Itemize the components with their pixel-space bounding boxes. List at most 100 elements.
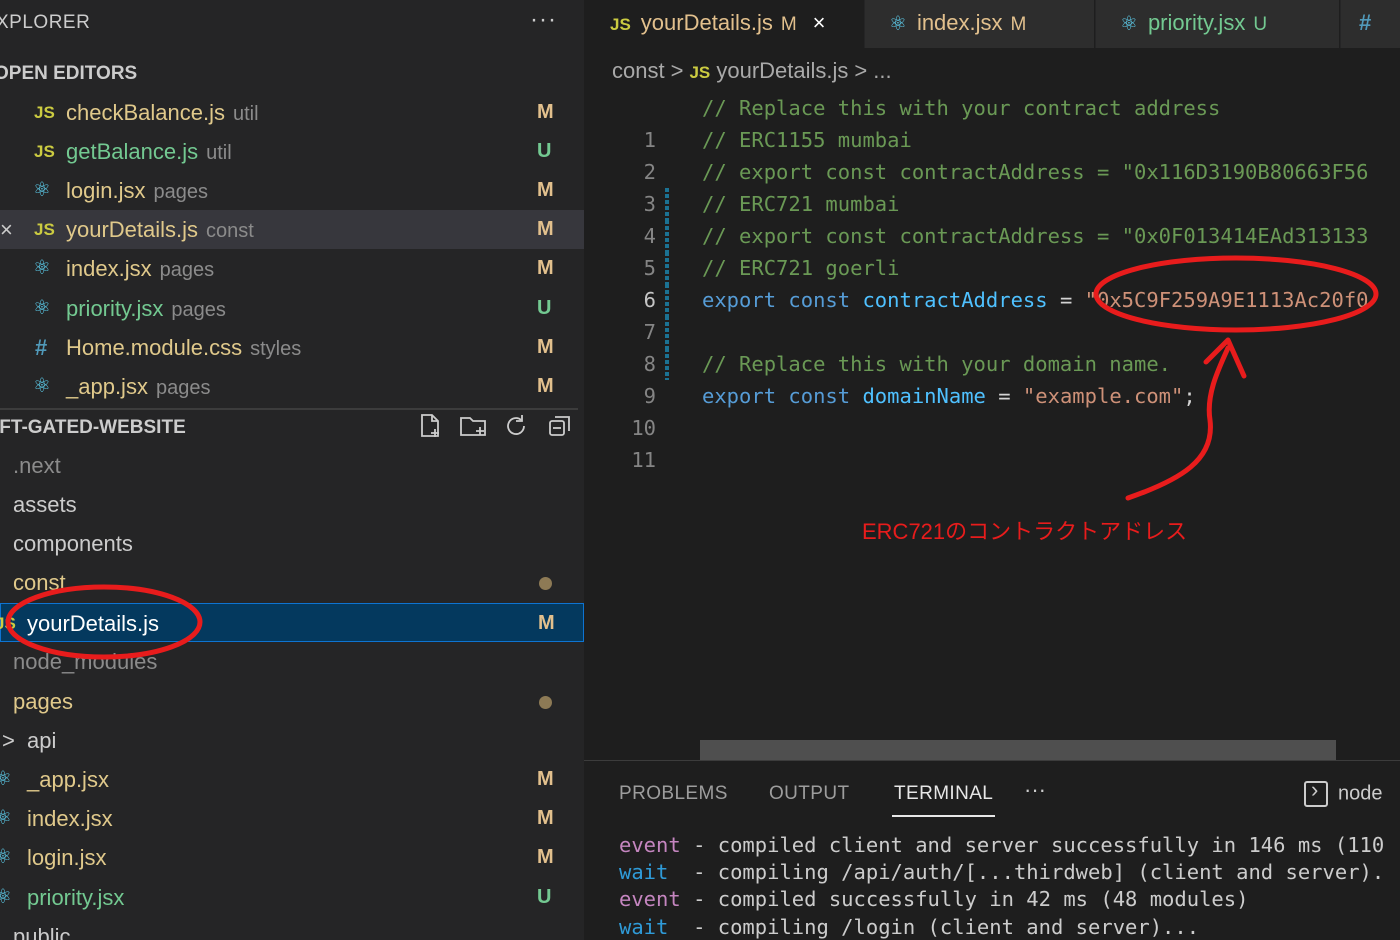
open-editor-item[interactable]: ⚛ index.jsx pages M — [0, 249, 584, 288]
css-file-icon: # — [35, 335, 48, 360]
code-text: // Replace this with your contract addre… — [702, 96, 1221, 120]
code-line: 9 // Replace this with your domain name. — [584, 348, 1400, 408]
open-editor-item[interactable]: # Home.module.css styles M — [0, 328, 584, 367]
tab-label: index.jsx — [916, 10, 1003, 35]
tree-folder[interactable]: public — [0, 917, 584, 940]
git-status-badge: M — [537, 218, 554, 240]
breadcrumb-separator: > — [670, 58, 684, 83]
file-name: index.jsx — [66, 256, 152, 281]
log-text: - compiling /api/auth/[...thirdweb] (cli… — [693, 860, 1385, 884]
operator: = — [1059, 288, 1073, 312]
keyword-export: export — [702, 288, 777, 312]
git-status-badge: U — [537, 140, 552, 162]
folder-name: api — [27, 728, 57, 753]
git-status-badge: M — [537, 768, 554, 790]
breadcrumb-file[interactable]: yourDetails.js — [716, 58, 848, 83]
tree-folder[interactable]: node_modules — [0, 642, 584, 681]
tab-status: M — [780, 14, 797, 35]
tab-yourdetails[interactable]: JS yourDetails.js M × — [584, 0, 864, 48]
tab-priority[interactable]: ⚛ priority.jsx U — [1096, 0, 1340, 48]
breadcrumb-separator: > — [854, 58, 868, 83]
terminal-selector[interactable]: node — [1304, 777, 1383, 807]
new-folder-icon[interactable] — [458, 412, 486, 440]
tree-folder[interactable]: components — [0, 524, 584, 563]
react-icon: ⚛ — [0, 807, 12, 829]
tab-index[interactable]: ⚛ index.jsx M — [865, 0, 1095, 48]
git-status-badge: M — [537, 179, 554, 201]
tree-folder[interactable]: .next — [0, 446, 584, 485]
explorer-header: XPLORER ··· — [0, 0, 584, 44]
tree-file-selected[interactable]: JS yourDetails.js M — [0, 603, 584, 642]
open-editor-item[interactable]: ⚛ login.jsx pages M — [0, 171, 584, 210]
project-title: IFT-GATED-WEBSITE — [0, 417, 186, 438]
tab-status: U — [1253, 14, 1268, 35]
log-text: - compiled successfully in 42 ms (48 mod… — [693, 887, 1249, 911]
terminal-name: node — [1338, 782, 1383, 805]
open-editor-item[interactable]: JS getBalance.js util U — [0, 132, 584, 171]
tree-folder[interactable]: const — [0, 563, 584, 602]
code-line: 2 // ERC1155 mumbai — [584, 124, 1400, 220]
explorer-more-button[interactable]: ··· — [530, 6, 557, 34]
breadcrumb-folder[interactable]: const — [612, 58, 665, 83]
open-editors-header[interactable]: OPEN EDITORS — [0, 56, 578, 92]
code-line: 11 — [584, 412, 1400, 472]
open-editor-item[interactable]: ⚛ _app.jsx pages M — [0, 367, 584, 406]
folder-name: node_modules — [13, 649, 158, 674]
open-editor-item[interactable]: ⚛ priority.jsx pages U — [0, 289, 584, 328]
tree-folder[interactable]: assets — [0, 485, 584, 524]
code-line: 1 // Replace this with your contract add… — [584, 92, 1400, 152]
tab-css[interactable]: # — [1341, 0, 1400, 48]
tab-label: yourDetails.js — [640, 10, 773, 35]
panel-more-button[interactable]: ··· — [1024, 777, 1046, 803]
explorer-sidebar: XPLORER ··· OPEN EDITORS JS checkBalance… — [0, 0, 584, 940]
file-name: _app.jsx — [27, 767, 109, 792]
semicolon: ; — [1183, 384, 1196, 408]
close-editor-button[interactable]: × — [0, 210, 13, 249]
keyword-const: const — [788, 384, 851, 408]
keyword-const: const — [788, 288, 851, 312]
close-tab-icon[interactable]: × — [813, 10, 826, 35]
react-icon: ⚛ — [33, 257, 51, 279]
tree-folder[interactable]: > api — [0, 721, 584, 760]
file-name: yourDetails.js — [66, 217, 199, 242]
explorer-title: XPLORER — [0, 12, 91, 33]
open-editors-title: OPEN EDITORS — [0, 63, 138, 84]
folder-desc: util — [206, 142, 232, 164]
log-text: - compiled client and server successfull… — [693, 833, 1385, 857]
tab-problems[interactable]: PROBLEMS — [619, 783, 728, 805]
file-name: login.jsx — [27, 845, 107, 870]
code-line: 3 // export const contractAddress = "0x1… — [584, 156, 1400, 252]
annotation-label: ERC721のコントラクトアドレス — [862, 519, 1188, 544]
project-header[interactable]: IFT-GATED-WEBSITE — [0, 408, 578, 444]
file-name: priority.jsx — [27, 885, 125, 910]
string-literal: "0x5C9F259A9E1113Ac20f0 — [1084, 288, 1369, 312]
tree-file[interactable]: ⚛ login.jsx M — [0, 838, 584, 877]
breadcrumb-more[interactable]: ... — [873, 58, 891, 83]
horizontal-scrollbar[interactable] — [700, 740, 1336, 760]
git-status-badge: U — [537, 886, 552, 908]
js-file-icon: JS — [0, 614, 16, 633]
tree-file[interactable]: ⚛ priority.jsx U — [0, 878, 584, 917]
tab-bar: JS yourDetails.js M × ⚛ index.jsx M ⚛ priority… — [584, 0, 1400, 48]
refresh-icon[interactable] — [502, 412, 530, 440]
tree-file[interactable]: ⚛ index.jsx M — [0, 799, 584, 838]
code-text: export const contractAddress = "0x5C9F25… — [702, 284, 1369, 316]
react-icon: ⚛ — [33, 179, 51, 201]
keyword-export: export — [702, 384, 777, 408]
collapse-all-icon[interactable] — [546, 412, 574, 440]
open-editor-item-active[interactable]: × JS yourDetails.js const M — [0, 210, 584, 249]
open-editor-item[interactable]: JS checkBalance.js util M — [0, 93, 584, 132]
folder-desc: util — [232, 103, 259, 125]
folder-name: assets — [13, 492, 77, 517]
code-line-current: 6 // ERC721 goerli — [584, 252, 1400, 348]
tree-folder[interactable]: pages — [0, 682, 584, 721]
editor-area: JS yourDetails.js M × ⚛ index.jsx M ⚛ priority… — [584, 0, 1400, 760]
log-text: - compiling /login (client and server)..… — [693, 915, 1200, 939]
tree-file[interactable]: ⚛ _app.jsx M — [0, 760, 584, 799]
react-icon: ⚛ — [0, 846, 12, 868]
file-name: login.jsx — [66, 178, 146, 203]
tab-terminal[interactable]: TERMINAL — [891, 783, 996, 817]
new-file-icon[interactable] — [416, 412, 444, 440]
line-number: 11 — [631, 448, 656, 472]
tab-output[interactable]: OUTPUT — [769, 783, 850, 805]
